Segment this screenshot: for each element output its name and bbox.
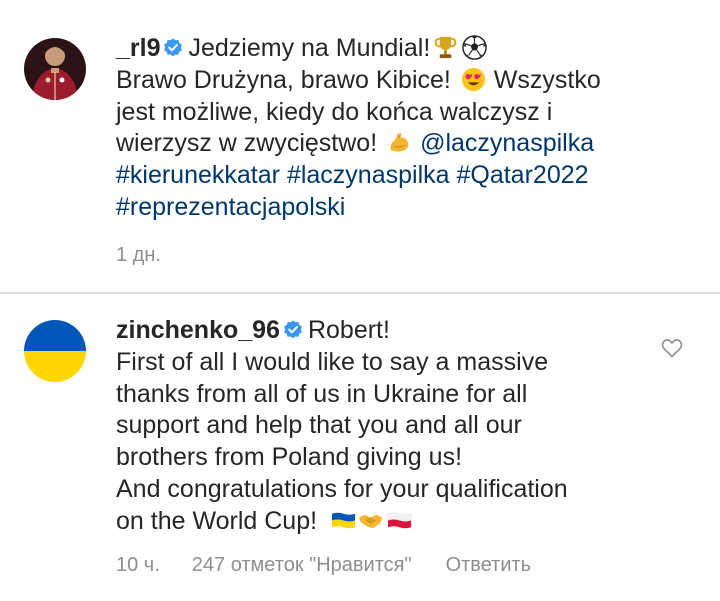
avatar-zinchenko[interactable] <box>24 320 86 382</box>
trophy-emoji <box>435 36 457 59</box>
reply-button[interactable]: Ответить <box>446 554 532 577</box>
hashtag-reprezentacjapolski[interactable]: #reprezentacjapolski <box>116 193 345 221</box>
hashtag-laczynaspilka[interactable]: #laczynaspilka <box>287 161 450 189</box>
comment-text: zinchenko_96 Robert! First of all I would… <box>116 315 656 538</box>
comment-line-2: First of all I would like to say a massi… <box>116 347 549 376</box>
post-meta: 1 дн. <box>116 244 161 267</box>
comment-line-3: thanks from all of us in Ukraine for all <box>116 379 528 408</box>
post-timestamp[interactable]: 1 дн. <box>116 244 161 267</box>
caption-line-3: jest możliwe, kiedy do końca walczysz i <box>116 97 553 126</box>
meta-gap-2 <box>412 554 446 577</box>
caption-line-2a: Brawo Drużyna, brawo Kibice! <box>116 65 451 94</box>
caption-line-1: _rl9 Jedziemy na Mundial! <box>116 33 656 65</box>
mention-laczynaspilka[interactable]: @laczynaspilka <box>420 129 594 157</box>
verified-badge-icon <box>164 38 183 57</box>
caption-line-4-text: wierzysz w zwycięstwo! <box>116 129 378 158</box>
avatar-rl9[interactable] <box>24 38 86 100</box>
caption-line-4: wierzysz w zwycięstwo! @laczynaspilka <box>116 128 656 160</box>
hashtag-kierunekkatar[interactable]: #kierunekkatar <box>116 161 280 189</box>
poland-flag-emoji <box>387 512 412 528</box>
comment-line-5: brothers from Poland giving us! <box>116 443 463 472</box>
post-caption: _rl9 Jedziemy na Mundial! Brawo Drużyna, … <box>0 0 720 290</box>
comment-likes-count[interactable]: 247 отметок "Нравится" <box>192 554 412 577</box>
caption-line-6: #reprezentacjapolski <box>116 192 656 224</box>
comment-meta: 10 ч. 247 отметок "Нравится" Ответить <box>116 554 531 577</box>
flexed-biceps-emoji <box>390 133 409 152</box>
heart-outline-icon[interactable] <box>660 336 684 360</box>
comment-line-6: And congratulations for your qualificati… <box>116 474 568 503</box>
comment-line-7: on the World Cup! <box>116 506 656 538</box>
caption-line-5: #kierunekkatar #laczynaspilka #Qatar2022 <box>116 160 656 192</box>
heart-eyes-emoji <box>461 67 485 91</box>
caption-text: _rl9 Jedziemy na Mundial! Brawo Drużyna, … <box>116 33 656 224</box>
ukraine-flag-emoji <box>331 512 356 528</box>
comment-line-1-text: Robert! <box>307 316 390 344</box>
comment-line-4: support and help that you and all our <box>116 411 522 440</box>
comment-line-1: zinchenko_96 Robert! <box>116 315 656 347</box>
comment-line-7-text: on the World Cup! <box>116 506 318 535</box>
caption-line-2: Brawo Drużyna, brawo Kibice! Wszystko <box>116 65 656 97</box>
username-rl9[interactable]: _rl9 <box>116 34 160 62</box>
username-zinchenko[interactable]: zinchenko_96 <box>116 316 280 344</box>
comment: zinchenko_96 Robert! First of all I would… <box>0 294 720 601</box>
soccer-ball-emoji <box>462 35 488 60</box>
comment-timestamp[interactable]: 10 ч. <box>116 554 160 577</box>
verified-badge-icon <box>284 320 302 339</box>
caption-line-2b: Wszystko <box>493 65 601 94</box>
handshake-emoji <box>358 514 383 528</box>
meta-gap-1 <box>160 554 192 577</box>
hashtag-qatar2022[interactable]: #Qatar2022 <box>456 161 588 189</box>
caption-line-1-text: Jedziemy na Mundial! <box>188 34 431 62</box>
